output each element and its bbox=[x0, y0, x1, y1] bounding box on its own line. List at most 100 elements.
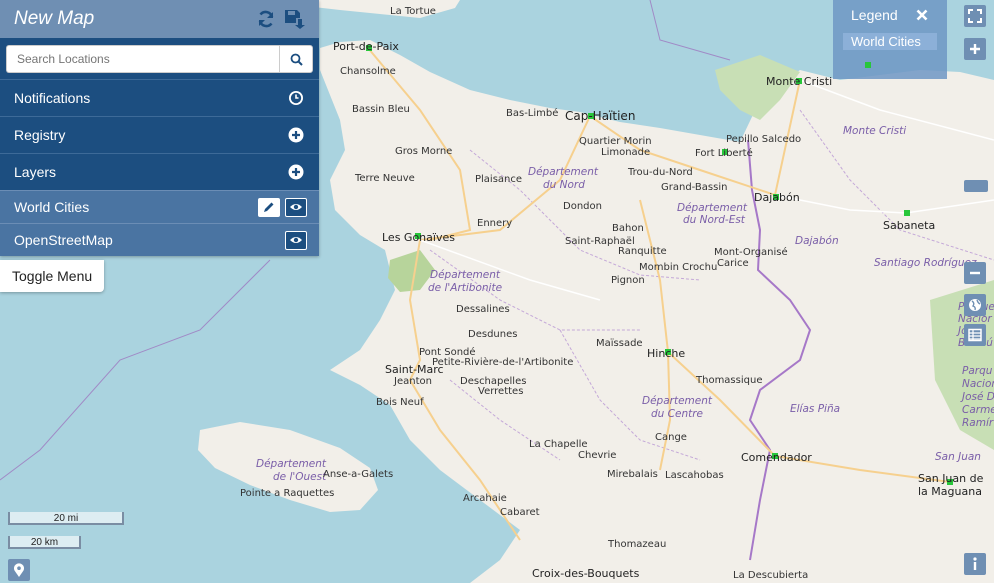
label-cap-haitien: Cap-Haïtien bbox=[565, 109, 635, 123]
label-bahon: Bahon bbox=[612, 223, 644, 234]
label-port-de-paix: Port-de-Paix bbox=[333, 40, 399, 53]
label-lascahobas: Lascahobas bbox=[665, 470, 724, 481]
label-cabaret: Cabaret bbox=[500, 507, 540, 518]
label-dajabon-prov: Dajabón bbox=[795, 235, 839, 247]
search-icon bbox=[290, 53, 303, 66]
eye-icon bbox=[290, 237, 302, 243]
table-button[interactable] bbox=[964, 324, 986, 346]
label-trou-du-nord: Trou-du-Nord bbox=[627, 167, 693, 178]
info-icon bbox=[973, 557, 977, 570]
label-dept-ne-2: du Nord-Est bbox=[683, 214, 746, 226]
label-dept-art-2: de l'Artibonite bbox=[428, 282, 502, 294]
toggle-visibility-button[interactable] bbox=[285, 197, 307, 217]
legend-title: Legend bbox=[851, 7, 898, 23]
label-cange: Cange bbox=[655, 432, 687, 443]
label-dept-ouest-2: de l'Ouest bbox=[273, 471, 327, 483]
label-bois-neuf: Bois Neuf bbox=[376, 397, 424, 408]
close-icon[interactable] bbox=[915, 8, 929, 22]
label-gros-morne: Gros Morne bbox=[395, 146, 452, 157]
label-anse-a-galets: Anse-a-Galets bbox=[323, 469, 393, 480]
label-parque-3: José D bbox=[960, 391, 994, 403]
label-dept-nord-2: du Nord bbox=[543, 179, 585, 191]
label-dept-nord-1: Département bbox=[528, 166, 599, 178]
label-dept-ne-1: Département bbox=[677, 202, 748, 214]
label-dept-centre-2: du Centre bbox=[651, 408, 703, 420]
zoom-in-button[interactable] bbox=[964, 38, 986, 60]
refresh-icon[interactable] bbox=[255, 8, 277, 30]
label-chansolme: Chansolme bbox=[340, 66, 396, 77]
clock-icon bbox=[287, 89, 305, 107]
label-arcahaie: Arcahaie bbox=[463, 493, 507, 504]
menu-item-registry[interactable]: Registry bbox=[0, 116, 319, 153]
menu-item-layers[interactable]: Layers bbox=[0, 153, 319, 190]
pencil-icon bbox=[264, 202, 274, 212]
label-plaisance: Plaisance bbox=[475, 174, 522, 185]
side-panel: New Map Notifications Registry Layers bbox=[0, 0, 319, 256]
label-quartier-morin: Quartier Morin bbox=[579, 136, 652, 147]
toggle-menu-button[interactable]: Toggle Menu bbox=[0, 260, 104, 292]
label-mombin-crochu: Mombin Crochu bbox=[639, 262, 717, 273]
plus-circle-icon bbox=[287, 163, 305, 181]
label-pepillo-salcedo: Pepillo Salcedo bbox=[726, 134, 801, 145]
label-san-juan-city-1: San Juan de bbox=[918, 472, 984, 485]
panel-header: New Map bbox=[0, 0, 319, 38]
city-marker[interactable] bbox=[904, 210, 910, 216]
label-la-chapelle: La Chapelle bbox=[529, 439, 588, 450]
search-input[interactable] bbox=[6, 45, 279, 73]
label-santiago-rodriguez: Santiago Rodríguez bbox=[874, 257, 977, 269]
menu-item-notifications[interactable]: Notifications bbox=[0, 79, 319, 116]
label-jeanton: Jeanton bbox=[393, 376, 432, 387]
label-maissade: Maïssade bbox=[596, 338, 643, 349]
label-parque-2: Nacion bbox=[962, 378, 994, 390]
zoom-slider-handle[interactable] bbox=[964, 180, 988, 192]
map-pin-icon bbox=[14, 562, 24, 577]
label-les-gonaives: Les Gonaïves bbox=[382, 231, 455, 244]
edit-layer-button[interactable] bbox=[258, 197, 280, 217]
label-chevrie: Chevrie bbox=[578, 450, 616, 461]
save-icon[interactable] bbox=[283, 8, 305, 30]
label-ranquitte: Ranquitte bbox=[618, 246, 667, 257]
label-verrettes: Verrettes bbox=[478, 386, 523, 397]
label-san-juan-city-2: la Maguana bbox=[918, 485, 982, 498]
label-saint-marc: Saint-Marc bbox=[385, 363, 444, 376]
layer-item-world-cities[interactable]: World Cities bbox=[0, 190, 319, 223]
label-thomassique: Thomassique bbox=[695, 375, 762, 386]
label-croix-des-bouquets: Croix-des-Bouquets bbox=[532, 567, 640, 580]
label-thomazeau: Thomazeau bbox=[607, 539, 666, 550]
label-limonade: Limonade bbox=[601, 147, 650, 158]
label-la-descubierta: La Descubierta bbox=[733, 570, 808, 581]
toggle-visibility-button[interactable] bbox=[285, 230, 307, 250]
scale-bar-km: 20 km bbox=[8, 536, 81, 549]
label-sabaneta: Sabaneta bbox=[883, 219, 935, 232]
label-terre-neuve: Terre Neuve bbox=[354, 173, 415, 184]
label-dajabon: Dajabón bbox=[754, 191, 800, 204]
label-dept-ouest-1: Département bbox=[256, 458, 327, 470]
label-parque-1: Parqu bbox=[962, 365, 993, 377]
label-ennery: Ennery bbox=[477, 218, 512, 229]
zoom-out-button[interactable] bbox=[964, 262, 986, 284]
layer-label: OpenStreetMap bbox=[14, 232, 113, 248]
label-hinche: Hinche bbox=[647, 347, 685, 360]
label-parque-5: Ramír bbox=[962, 417, 994, 429]
plus-circle-icon bbox=[287, 126, 305, 144]
globe-icon bbox=[969, 299, 981, 311]
label-dondon: Dondon bbox=[563, 201, 602, 212]
plus-icon bbox=[970, 44, 980, 54]
label-dept-art-1: Département bbox=[430, 269, 501, 281]
location-button[interactable] bbox=[8, 559, 30, 581]
label-pignon: Pignon bbox=[611, 275, 645, 286]
fullscreen-button[interactable] bbox=[964, 5, 986, 27]
info-button[interactable] bbox=[964, 553, 986, 575]
search-row bbox=[0, 38, 319, 79]
fullscreen-icon bbox=[968, 9, 982, 23]
map-title[interactable]: New Map bbox=[14, 8, 94, 30]
legend-swatch bbox=[865, 62, 871, 68]
label-mont-organise: Mont-Organisé bbox=[714, 246, 788, 258]
globe-button[interactable] bbox=[964, 294, 986, 316]
search-button[interactable] bbox=[279, 45, 313, 73]
label-bas-limbe: Bas-Limbé bbox=[506, 107, 558, 119]
label-bassin-bleu: Bassin Bleu bbox=[352, 104, 410, 115]
legend-panel: Legend World Cities bbox=[833, 0, 947, 79]
legend-layer-name: World Cities bbox=[843, 33, 937, 50]
layer-item-openstreetmap[interactable]: OpenStreetMap bbox=[0, 223, 319, 256]
